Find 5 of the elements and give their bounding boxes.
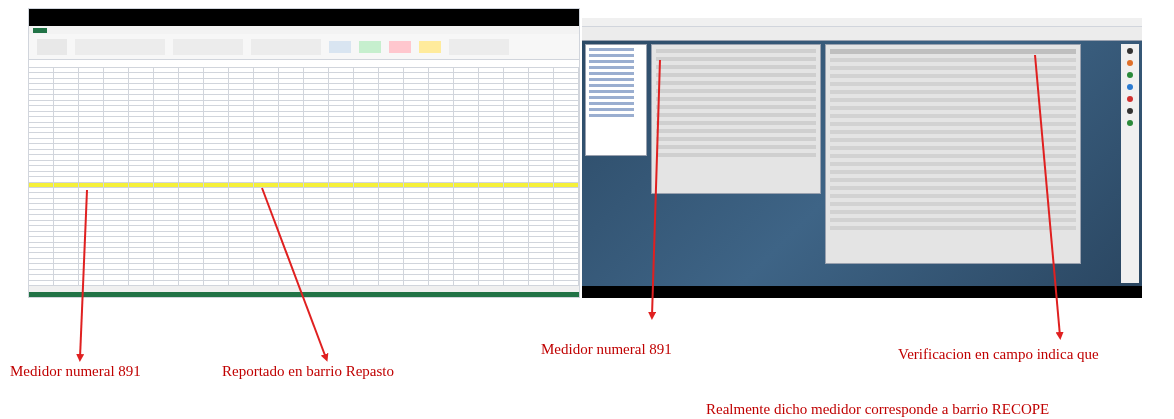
callout-caption: Medidor numeral 891 (541, 340, 672, 359)
callout-caption: Medidor numeral 891 (10, 362, 141, 381)
callout-caption: Verificacion en campo indica que (898, 345, 1099, 364)
callout-caption: Realmente dicho medidor corresponde a barrio RECOPE (706, 400, 1050, 419)
callout-caption: Reportado en barrio Repasto (222, 362, 395, 381)
